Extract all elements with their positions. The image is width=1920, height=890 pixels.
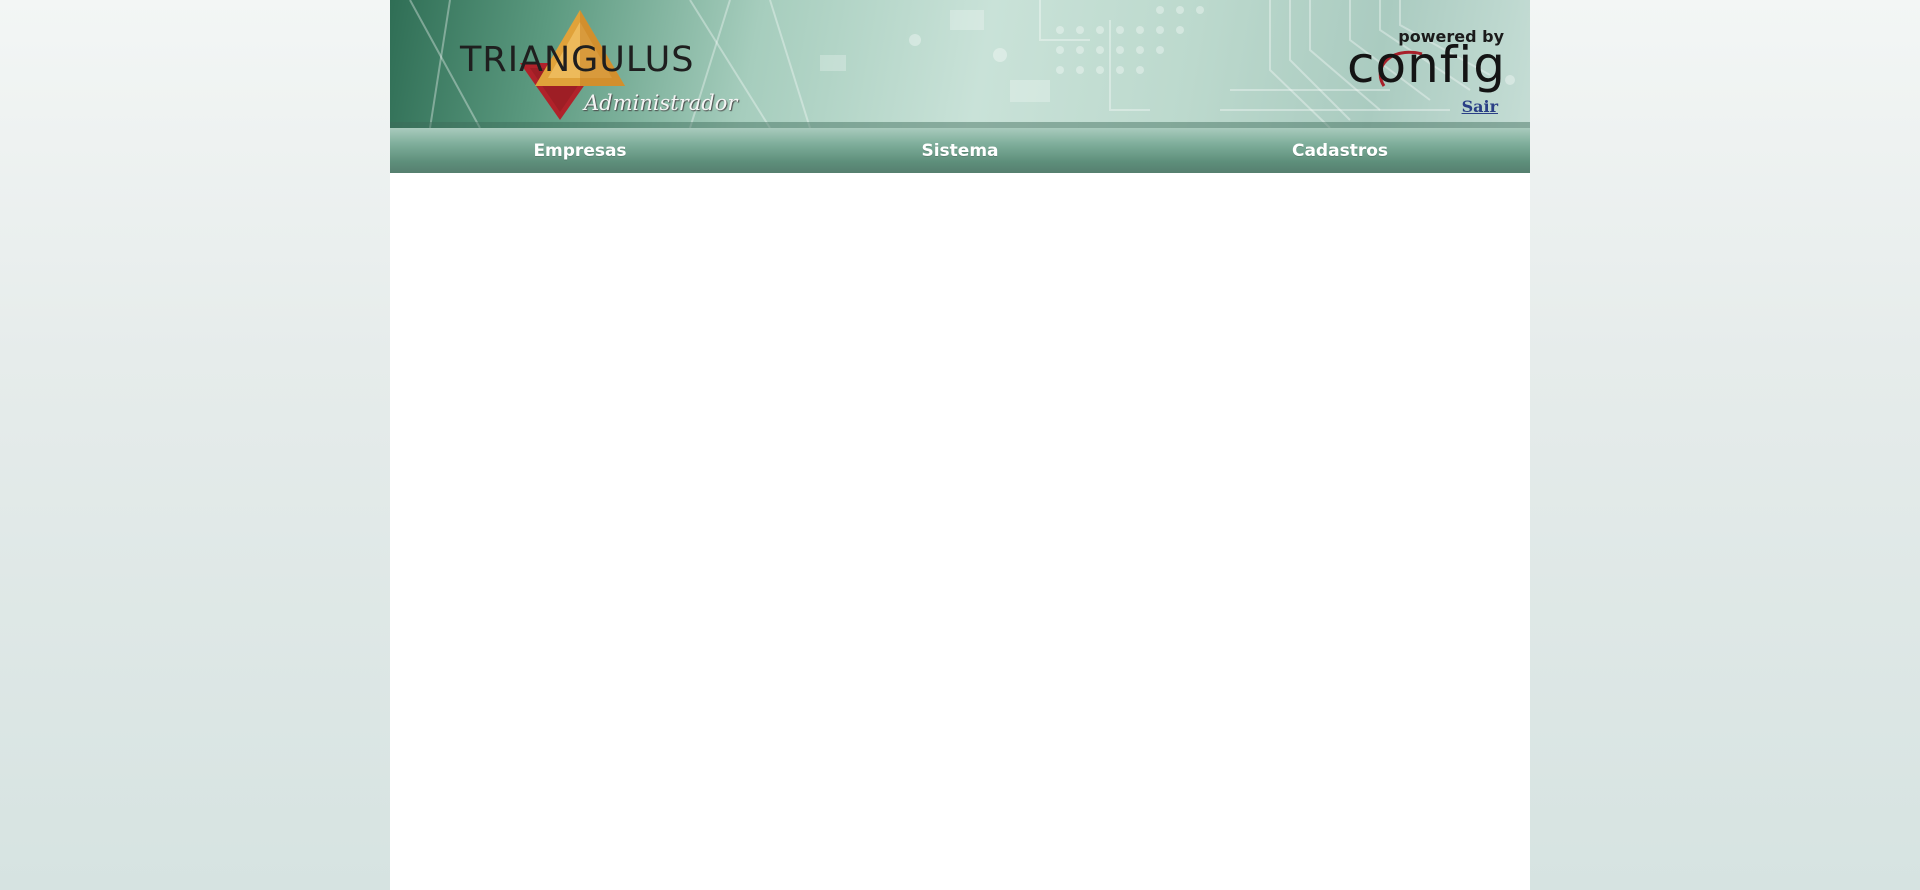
nav-item-cadastros[interactable]: Cadastros: [1150, 141, 1530, 161]
logo-subtitle: Administrador: [584, 91, 738, 115]
nav-item-empresas[interactable]: Empresas: [390, 141, 770, 161]
nav-item-sistema[interactable]: Sistema: [770, 141, 1150, 161]
config-brand: config: [1346, 36, 1506, 94]
main-nav: Empresas Sistema Cadastros: [390, 128, 1530, 173]
logo-name: TRIANGULUS: [460, 40, 695, 80]
header-banner: TRIANGULUS Administrador powered by conf…: [390, 0, 1530, 128]
logout-link[interactable]: Sair: [1462, 97, 1498, 116]
page-container: TRIANGULUS Administrador powered by conf…: [390, 0, 1530, 890]
main-content: [390, 173, 1530, 890]
